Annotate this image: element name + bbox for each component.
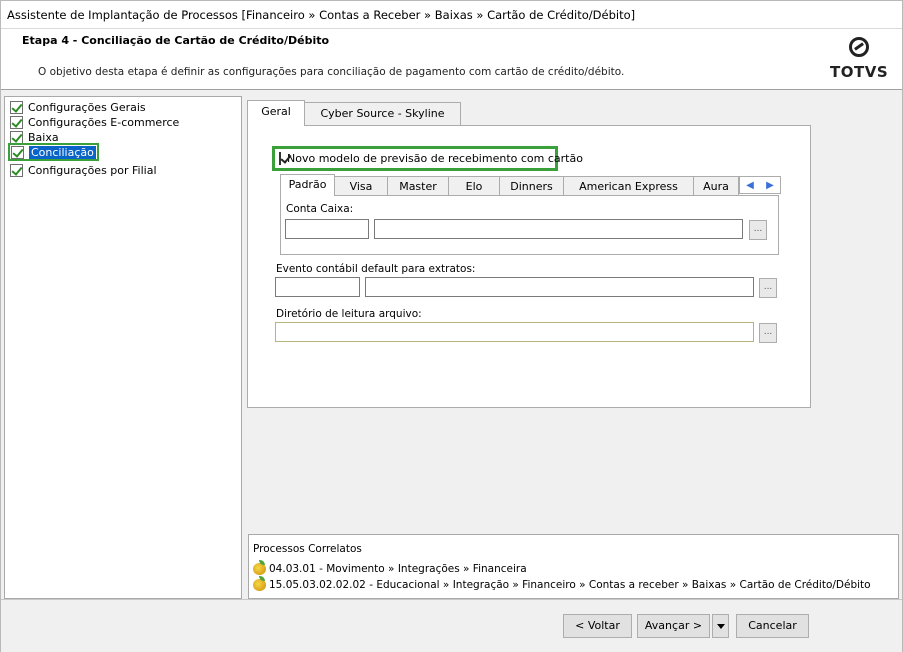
- evento-label: Evento contábil default para extratos:: [276, 263, 476, 275]
- tree-item-configuracoes-ecommerce[interactable]: Configurações E-commerce: [10, 115, 179, 129]
- subtab-dinners[interactable]: Dinners: [499, 176, 564, 196]
- tab-geral[interactable]: Geral: [247, 100, 305, 126]
- step-content: Geral Cyber Source - Skyline Novo modelo…: [244, 96, 901, 533]
- cancel-button[interactable]: Cancelar: [736, 614, 809, 638]
- subtab-panel-padrao: Conta Caixa: ...: [280, 195, 779, 255]
- totvs-logo-icon: [849, 37, 869, 57]
- arrow-left-icon[interactable]: ◀: [746, 180, 754, 191]
- subtab-scroll-arrows[interactable]: ◀ ▶: [739, 176, 781, 194]
- tree-item-configuracoes-filial[interactable]: Configurações por Filial: [10, 163, 157, 177]
- subtab-padrao[interactable]: Padrão: [280, 174, 335, 196]
- footer-bar: < Voltar Avançar > Cancelar: [1, 599, 902, 652]
- tree-item-conciliacao[interactable]: Conciliação: [8, 143, 99, 161]
- step-title: Etapa 4 - Conciliação de Cartão de Crédi…: [22, 34, 330, 47]
- step-description: O objetivo desta etapa é definir as conf…: [38, 66, 625, 78]
- check-icon: [11, 145, 24, 159]
- correlato-text: 04.03.01 - Movimento » Integrações » Fin…: [269, 563, 527, 575]
- correlato-link[interactable]: 15.05.03.02.02.02 - Educacional » Integr…: [253, 576, 871, 591]
- conta-caixa-code-input[interactable]: [285, 219, 369, 239]
- tree-item-label: Configurações Gerais: [28, 100, 146, 114]
- processos-correlatos-panel: Processos Correlatos 04.03.01 - Moviment…: [248, 534, 899, 599]
- tree-item-baixa[interactable]: Baixa: [10, 130, 59, 144]
- check-icon: [10, 100, 23, 114]
- check-icon: [10, 163, 23, 177]
- checkbox-label: Novo modelo de previsão de recebimento c…: [287, 152, 583, 165]
- tab-cyber-source[interactable]: Cyber Source - Skyline: [304, 102, 461, 126]
- evento-desc-input[interactable]: [365, 277, 754, 297]
- correlatos-title: Processos Correlatos: [253, 543, 362, 555]
- check-icon: [10, 130, 23, 144]
- title-bar: Assistente de Implantação de Processos […: [1, 1, 902, 29]
- diretorio-label: Diretório de leitura arquivo:: [276, 308, 422, 320]
- tree-item-label: Baixa: [28, 130, 59, 144]
- totvs-logo: TOTVS: [830, 37, 888, 85]
- next-button[interactable]: Avançar >: [637, 614, 710, 638]
- tab-panel-geral: Novo modelo de previsão de recebimento c…: [247, 125, 811, 408]
- subtab-aura[interactable]: Aura: [693, 176, 739, 196]
- conta-caixa-desc-input[interactable]: [374, 219, 743, 239]
- evento-code-input[interactable]: [275, 277, 360, 297]
- diretorio-lookup-button[interactable]: ...: [759, 323, 777, 343]
- tree-item-label: Configurações por Filial: [28, 163, 157, 177]
- conta-caixa-lookup-button[interactable]: ...: [749, 220, 767, 240]
- tree-item-configuracoes-gerais[interactable]: Configurações Gerais: [10, 100, 146, 114]
- correlato-link[interactable]: 04.03.01 - Movimento » Integrações » Fin…: [253, 560, 527, 575]
- tree-item-label: Conciliação: [29, 145, 96, 159]
- novo-modelo-checkbox[interactable]: Novo modelo de previsão de recebimento c…: [272, 146, 583, 171]
- wizard-window: Assistente de Implantação de Processos […: [0, 0, 903, 652]
- step-header: Etapa 4 - Conciliação de Cartão de Crédi…: [1, 29, 902, 90]
- arrow-right-icon[interactable]: ▶: [766, 180, 774, 191]
- evento-lookup-button[interactable]: ...: [759, 278, 777, 298]
- checkbox-checked-icon[interactable]: [279, 152, 281, 165]
- process-icon: [253, 576, 266, 591]
- check-icon: [10, 115, 23, 129]
- diretorio-input[interactable]: [275, 322, 754, 342]
- subtab-master[interactable]: Master: [387, 176, 449, 196]
- steps-tree: Configurações Gerais Configurações E-com…: [4, 96, 242, 599]
- logo-text: TOTVS: [830, 63, 889, 81]
- subtab-american-express[interactable]: American Express: [563, 176, 694, 196]
- next-dropdown-button[interactable]: [712, 614, 729, 638]
- correlato-text: 15.05.03.02.02.02 - Educacional » Integr…: [269, 579, 871, 591]
- chevron-down-icon: [716, 623, 725, 629]
- conta-caixa-label: Conta Caixa:: [286, 203, 354, 215]
- subtab-elo[interactable]: Elo: [448, 176, 500, 196]
- back-button[interactable]: < Voltar: [563, 614, 632, 638]
- window-title: Assistente de Implantação de Processos […: [7, 8, 636, 22]
- subtab-visa[interactable]: Visa: [334, 176, 388, 196]
- tree-item-label: Configurações E-commerce: [28, 115, 180, 129]
- process-icon: [253, 560, 266, 575]
